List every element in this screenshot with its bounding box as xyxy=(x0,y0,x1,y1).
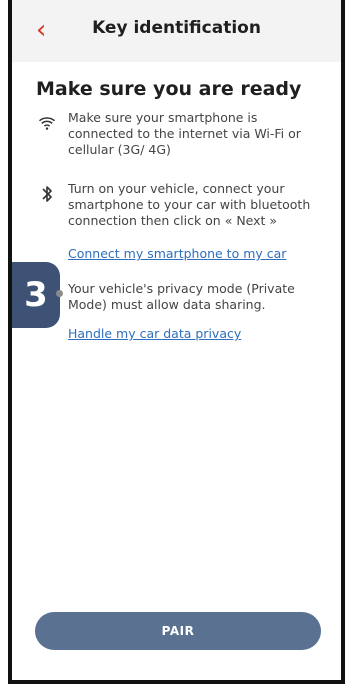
step-badge: 3 xyxy=(12,262,60,328)
connect-smartphone-link[interactable]: Connect my smartphone to my car xyxy=(68,246,286,261)
phone-screen: ‹ Key identification Make sure you are r… xyxy=(8,0,345,684)
section-heading: Make sure you are ready xyxy=(36,78,302,100)
privacy-requirement: Your vehicle's privacy mode (Private Mod… xyxy=(68,281,295,312)
header: ‹ Key identification xyxy=(12,0,341,62)
wifi-requirement: Make sure your smartphone is connected t… xyxy=(68,110,301,157)
privacy-bullet-icon xyxy=(56,290,63,297)
page-title: Key identification xyxy=(92,18,261,38)
privacy-settings-link[interactable]: Handle my car data privacy xyxy=(68,326,241,341)
bluetooth-requirement: Turn on your vehicle, connect your smart… xyxy=(68,181,311,228)
wifi-icon xyxy=(38,117,56,130)
bluetooth-icon xyxy=(42,186,52,202)
pair-button[interactable]: PAIR xyxy=(35,612,321,650)
